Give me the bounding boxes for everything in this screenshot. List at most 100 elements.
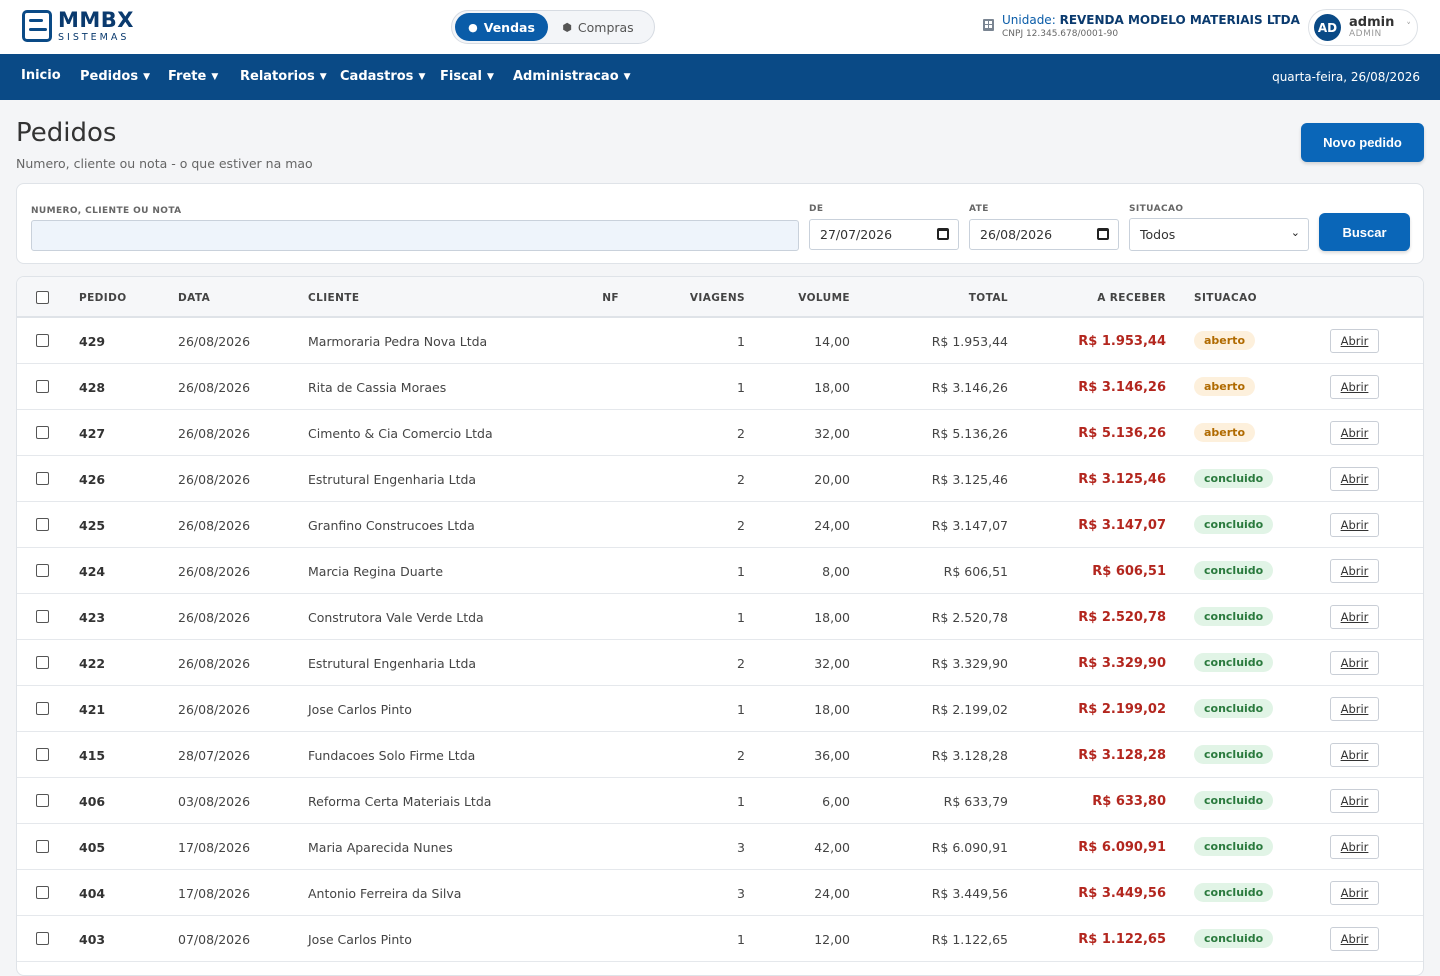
open-order-button[interactable]: Abrir (1330, 881, 1379, 905)
table-row[interactable]: 428 26/08/2026 Rita de Cassia Moraes 1 18,00… (17, 364, 1423, 410)
open-order-button[interactable]: Abrir (1330, 375, 1379, 399)
row-checkbox[interactable] (36, 656, 49, 669)
table-row[interactable]: 404 17/08/2026 Antonio Ferreira da Silva 3 2… (17, 870, 1423, 916)
total: R$ 3.128,28 (931, 748, 1008, 763)
nav-frete[interactable]: Frete ▼ (168, 69, 218, 84)
table-row[interactable]: 403 07/08/2026 Jose Carlos Pinto 1 12,00 R$ 1… (17, 916, 1423, 962)
vendas-tab[interactable]: ● Vendas (455, 13, 548, 41)
nav-relatorios[interactable]: Relatorios ▼ (240, 69, 327, 84)
row-checkbox[interactable] (36, 932, 49, 945)
search-input[interactable] (31, 220, 799, 251)
open-order-button[interactable]: Abrir (1330, 329, 1379, 353)
col-volume[interactable]: VOLUME (777, 292, 850, 304)
open-order-button[interactable]: Abrir (1330, 605, 1379, 629)
volume: 18,00 (814, 380, 850, 395)
total: R$ 3.147,07 (931, 518, 1008, 533)
row-checkbox[interactable] (36, 610, 49, 623)
to-date-value: 26/08/2026 (980, 227, 1053, 242)
nav-fiscal[interactable]: Fiscal ▼ (440, 69, 494, 84)
row-checkbox[interactable] (36, 518, 49, 531)
page-subtitle: Numero, cliente ou nota - o que estiver … (16, 156, 313, 171)
volume: 32,00 (814, 426, 850, 441)
table-row[interactable]: 425 26/08/2026 Granfino Construcoes Ltda 2 2… (17, 502, 1423, 548)
table-row[interactable]: 405 17/08/2026 Maria Aparecida Nunes 3 42,00… (17, 824, 1423, 870)
from-date-input[interactable]: 27/07/2026 (809, 219, 959, 250)
col-data[interactable]: DATA (178, 292, 210, 304)
open-order-button[interactable]: Abrir (1330, 559, 1379, 583)
row-checkbox[interactable] (36, 472, 49, 485)
open-order-button[interactable]: Abrir (1330, 697, 1379, 721)
volume: 8,00 (822, 564, 850, 579)
table-row[interactable]: 423 26/08/2026 Construtora Vale Verde Ltda… (17, 594, 1423, 640)
volume: 18,00 (814, 610, 850, 625)
trips: 1 (737, 564, 745, 579)
status-select[interactable]: Todos ⌄ (1129, 218, 1309, 251)
caret-down-icon: ▼ (623, 71, 631, 82)
col-nf[interactable]: NF (577, 292, 619, 304)
open-order-button[interactable]: Abrir (1330, 467, 1379, 491)
mode-switch: ● Vendas ⬢ Compras (451, 10, 655, 44)
table-row[interactable]: 424 26/08/2026 Marcia Regina Duarte 1 8,00 R$… (17, 548, 1423, 594)
order-number: 429 (79, 334, 106, 349)
total: R$ 1.953,44 (931, 334, 1008, 349)
amount-receivable: R$ 633,80 (1092, 794, 1166, 809)
row-checkbox[interactable] (36, 794, 49, 807)
calendar-icon[interactable] (1097, 228, 1109, 240)
col-viagens[interactable]: VIAGENS (667, 292, 745, 304)
order-date: 03/08/2026 (178, 794, 251, 809)
row-checkbox[interactable] (36, 886, 49, 899)
order-number: 427 (79, 426, 106, 441)
to-date-input[interactable]: 26/08/2026 (969, 219, 1119, 250)
row-checkbox[interactable] (36, 748, 49, 761)
open-order-button[interactable]: Abrir (1330, 927, 1379, 951)
new-order-button[interactable]: Novo pedido (1301, 123, 1424, 162)
brand-logo[interactable]: MMBX SISTEMAS (22, 10, 134, 43)
open-order-button[interactable]: Abrir (1330, 513, 1379, 537)
nav-inicio[interactable]: Inicio (21, 68, 61, 83)
calendar-icon[interactable] (937, 228, 949, 240)
search-button[interactable]: Buscar (1319, 213, 1410, 251)
table-row[interactable]: 422 26/08/2026 Estrutural Engenharia Ltda 2… (17, 640, 1423, 686)
open-order-button[interactable]: Abrir (1330, 743, 1379, 767)
row-checkbox[interactable] (36, 334, 49, 347)
col-total[interactable]: TOTAL (897, 292, 1008, 304)
table-row[interactable]: 427 26/08/2026 Cimento & Cia Comercio Ltda… (17, 410, 1423, 456)
col-situacao[interactable]: SITUACAO (1194, 292, 1257, 304)
row-checkbox[interactable] (36, 380, 49, 393)
total: R$ 3.329,90 (931, 656, 1008, 671)
open-order-button[interactable]: Abrir (1330, 835, 1379, 859)
table-row[interactable]: 429 26/08/2026 Marmoraria Pedra Nova Ltda 1… (17, 318, 1423, 364)
select-all-checkbox[interactable] (36, 291, 49, 304)
open-order-button[interactable]: Abrir (1330, 651, 1379, 675)
trips: 2 (737, 656, 745, 671)
status-badge: aberto (1194, 331, 1255, 350)
col-pedido[interactable]: PEDIDO (79, 292, 127, 304)
row-checkbox[interactable] (36, 426, 49, 439)
customer-name: Construtora Vale Verde Ltda (308, 610, 484, 625)
table-row[interactable]: 406 03/08/2026 Reforma Certa Materiais Ltd… (17, 778, 1423, 824)
col-cliente[interactable]: CLIENTE (308, 292, 359, 304)
nav-cadastros[interactable]: Cadastros ▼ (340, 69, 425, 84)
nav-administracao[interactable]: Administracao ▼ (513, 69, 631, 84)
table-row[interactable]: 426 26/08/2026 Estrutural Engenharia Ltda 2… (17, 456, 1423, 502)
status-badge: concluido (1194, 883, 1274, 902)
row-checkbox[interactable] (36, 564, 49, 577)
amount-receivable: R$ 2.520,78 (1078, 610, 1166, 625)
user-menu[interactable]: AD admin ADMIN ˅ (1308, 9, 1418, 46)
row-checkbox[interactable] (36, 840, 49, 853)
trips: 1 (737, 380, 745, 395)
compras-tab[interactable]: ⬢ Compras (548, 13, 648, 41)
open-order-button[interactable]: Abrir (1330, 421, 1379, 445)
col-a-receber[interactable]: A RECEBER (1057, 292, 1166, 304)
trips: 1 (737, 702, 745, 717)
open-order-button[interactable]: Abrir (1330, 789, 1379, 813)
volume: 36,00 (814, 748, 850, 763)
table-row[interactable]: 415 28/07/2026 Fundacoes Solo Firme Ltda 2 3… (17, 732, 1423, 778)
row-checkbox[interactable] (36, 702, 49, 715)
total: R$ 3.449,56 (931, 886, 1008, 901)
order-date: 17/08/2026 (178, 886, 251, 901)
main-nav: Inicio Pedidos ▼ Frete ▼ Relatorios ▼ Cadas… (0, 54, 1440, 100)
nav-pedidos[interactable]: Pedidos ▼ (80, 69, 150, 84)
trips: 3 (737, 886, 745, 901)
table-row[interactable]: 421 26/08/2026 Jose Carlos Pinto 1 18,00 R$ 2… (17, 686, 1423, 732)
